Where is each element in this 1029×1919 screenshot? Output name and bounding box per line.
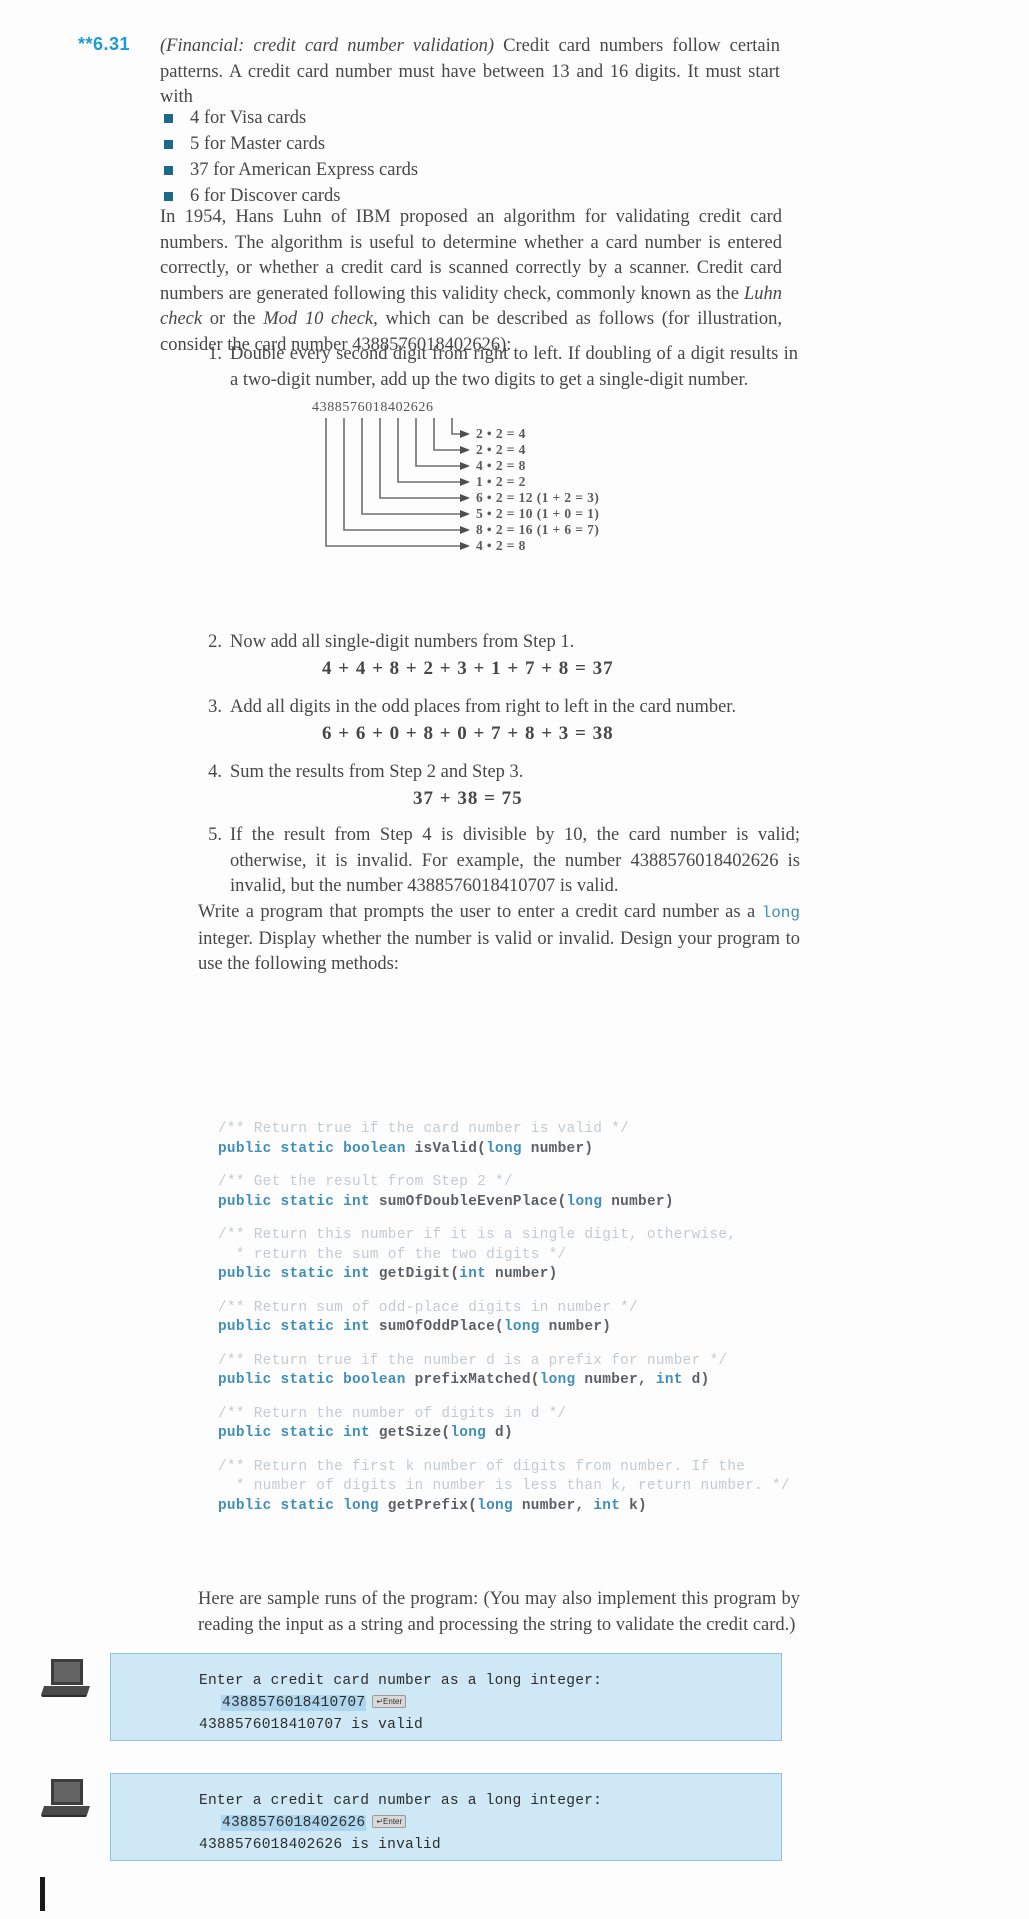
code-signature: public static boolean isValid(long numbe… (218, 1140, 594, 1157)
step-1: 1. Double every second digit from right … (198, 342, 798, 393)
code-group: /** Return the number of digits in d */ … (218, 1405, 818, 1444)
sample-run-box-2: Enter a credit card number as a long int… (110, 1773, 782, 1861)
code-group: /** Get the result from Step 2 */ public… (218, 1173, 818, 1212)
list-item-label: 37 for American Express cards (190, 160, 419, 180)
laptop-icon (41, 1779, 90, 1817)
code-signature: public static boolean prefixMatched(long… (218, 1372, 710, 1388)
run-result: 4388576018410707 is valid (199, 1717, 423, 1733)
step-2-text: Now add all single-digit numbers from St… (230, 632, 575, 652)
step-5: 5. If the result from Step 4 is divisibl… (198, 823, 800, 900)
write-program-paragraph: Write a program that prompts the user to… (198, 900, 800, 978)
run-prompt: Enter a credit card number as a long int… (199, 1793, 603, 1809)
code-comment: /** Get the result from Step 2 */ (218, 1174, 513, 1190)
sample-runs-intro: Here are sample runs of the program: (Yo… (198, 1589, 800, 1635)
step-2-equation: 4 + 4 + 8 + 2 + 3 + 1 + 7 + 8 = 37 (322, 658, 614, 679)
run-input-line: 4388576018410707 ↵Enter (111, 1692, 781, 1714)
code-comment: /** Return this number if it is a single… (218, 1227, 737, 1263)
mod10-check-term: Mod 10 check, (263, 309, 378, 329)
method-signatures-code-block: /** Return true if the card number is va… (218, 1120, 818, 1530)
luhn-text-b: or the (202, 309, 264, 329)
step-1-number: 1. (208, 344, 222, 364)
step-3-text: Add all digits in the odd places from ri… (230, 697, 737, 717)
exercise-intro-paragraph: (Financial: credit card number validatio… (160, 34, 780, 111)
run-input-value: 4388576018402626 (221, 1815, 367, 1831)
code-comment: /** Return true if the number d is a pre… (218, 1352, 728, 1369)
diagram-equation-row: 5 • 2 = 10 (1 + 0 = 1) (476, 506, 600, 521)
bullet-square-icon (164, 114, 173, 123)
exercise-number: **6.31 (78, 34, 131, 54)
write-program-text-b: integer. Display whether the number is v… (198, 928, 800, 975)
list-item-label: 5 for Master cards (190, 134, 326, 154)
step-1-text: Double every second digit from right to … (230, 344, 798, 390)
step-5-text: If the result from Step 4 is divisible b… (230, 825, 800, 896)
step-2: 2. Now add all single-digit numbers from… (198, 630, 798, 656)
exercise-title: (Financial: credit card number validatio… (160, 36, 495, 56)
enter-key-icon: ↵Enter (372, 1815, 407, 1828)
run-result: 4388576018402626 is invalid (199, 1837, 441, 1853)
code-comment: /** Return sum of odd-place digits in nu… (218, 1299, 638, 1316)
diagram-connector-lines (325, 418, 470, 550)
diagram-equation-row: 8 • 2 = 16 (1 + 6 = 7) (476, 522, 600, 537)
sample-run-box-1: Enter a credit card number as a long int… (110, 1653, 782, 1741)
code-group: /** Return true if the number d is a pre… (218, 1352, 818, 1391)
step-4-number: 4. (208, 762, 222, 782)
step-4-equation: 37 + 38 = 75 (413, 788, 523, 809)
code-comment: /** Return true if the card number is va… (218, 1121, 630, 1137)
list-item: 4 for Visa cards (160, 105, 780, 131)
bullet-square-icon (164, 166, 173, 175)
diagram-equation-row: 2 • 2 = 4 (476, 442, 526, 457)
code-signature: public static int getDigit(int number) (218, 1266, 558, 1282)
diagram-equation-row: 4 • 2 = 8 (476, 458, 526, 473)
luhn-doubling-diagram: 4388576018402626 2 • 2 = 4 2 • 2 = 4 4 •… (310, 400, 730, 560)
diagram-equation-row: 1 • 2 = 2 (476, 474, 526, 489)
step-2-number: 2. (208, 632, 222, 652)
code-group: /** Return this number if it is a single… (218, 1226, 818, 1285)
text-cursor (40, 1877, 45, 1911)
card-prefix-list: 4 for Visa cards 5 for Master cards 37 f… (160, 105, 780, 209)
luhn-description-paragraph: In 1954, Hans Luhn of IBM proposed an al… (160, 205, 782, 358)
code-group: /** Return the first k number of digits … (218, 1458, 818, 1517)
bullet-square-icon (164, 192, 173, 201)
step-3-equation: 6 + 6 + 0 + 8 + 0 + 7 + 8 + 3 = 38 (322, 723, 614, 744)
code-signature: public static long getPrefix(long number… (218, 1497, 647, 1514)
laptop-icon (41, 1659, 90, 1697)
textbook-page: **6.31 (Financial: credit card number va… (0, 0, 1029, 1919)
diagram-card-number: 4388576018402626 (312, 400, 434, 415)
code-comment: /** Return the first k number of digits … (218, 1458, 790, 1495)
step-3: 3. Add all digits in the odd places from… (198, 695, 798, 721)
diagram-equation-row: 2 • 2 = 4 (476, 426, 526, 441)
diagram-equation-row: 6 • 2 = 12 (1 + 2 = 3) (476, 490, 600, 505)
code-signature: public static int getSize(long d) (218, 1425, 513, 1441)
run-prompt: Enter a credit card number as a long int… (199, 1673, 603, 1689)
long-keyword: long (761, 904, 800, 922)
step-3-number: 3. (208, 697, 222, 717)
code-group: /** Return true if the card number is va… (218, 1120, 818, 1159)
run-input-value: 4388576018410707 (221, 1695, 367, 1711)
write-program-text-a: Write a program that prompts the user to… (198, 902, 762, 922)
list-item-label: 6 for Discover cards (190, 186, 341, 206)
enter-key-icon: ↵Enter (372, 1695, 407, 1708)
code-comment: /** Return the number of digits in d */ (218, 1405, 567, 1422)
bullet-square-icon (164, 140, 173, 149)
diagram-equation-row: 4 • 2 = 8 (476, 538, 526, 553)
code-signature: public static int sumOfOddPlace(long num… (218, 1319, 612, 1335)
list-item-label: 4 for Visa cards (190, 108, 307, 128)
step-4: 4. Sum the results from Step 2 and Step … (198, 760, 798, 786)
step-5-number: 5. (208, 825, 222, 845)
run-input-line: 4388576018402626 ↵Enter (111, 1812, 781, 1834)
list-item: 5 for Master cards (160, 131, 780, 157)
code-group: /** Return sum of odd-place digits in nu… (218, 1299, 818, 1338)
code-signature: public static int sumOfDoubleEvenPlace(l… (218, 1193, 674, 1210)
luhn-text-a: In 1954, Hans Luhn of IBM proposed an al… (160, 207, 782, 304)
list-item: 37 for American Express cards (160, 157, 780, 183)
step-4-text: Sum the results from Step 2 and Step 3. (230, 762, 524, 782)
